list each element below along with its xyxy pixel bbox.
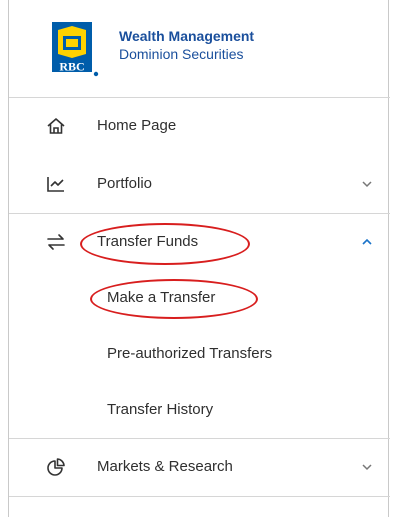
- nav-item-markets-research[interactable]: Markets & Research: [9, 438, 390, 496]
- brand-line-wealth: Wealth Management: [119, 28, 255, 44]
- home-icon: [47, 118, 65, 134]
- nav-label-transfer-funds: Transfer Funds: [97, 233, 199, 250]
- subnav-item-make-transfer[interactable]: Make a Transfer: [9, 270, 390, 326]
- nav-label-markets-research: Markets & Research: [97, 458, 233, 475]
- nav-label-portfolio: Portfolio: [97, 175, 153, 192]
- subnav-label-make-transfer: Make a Transfer: [107, 289, 216, 306]
- subnav-item-preauthorized-transfers[interactable]: Pre-authorized Transfers: [9, 326, 390, 382]
- nav-item-portfolio[interactable]: Portfolio: [9, 155, 390, 213]
- subnav-label-transfer-history: Transfer History: [107, 401, 214, 418]
- nav-item-home[interactable]: Home Page: [9, 97, 390, 155]
- chevron-down-icon[interactable]: [361, 462, 373, 472]
- nav-label-home: Home Page: [97, 117, 177, 134]
- rbc-logo: RBC: [52, 22, 99, 77]
- logo-text: RBC: [59, 60, 84, 74]
- chart-line-icon: [47, 177, 64, 192]
- transfer-arrows-icon: [47, 234, 65, 250]
- divider: [9, 496, 390, 497]
- subnav-label-preauthorized-transfers: Pre-authorized Transfers: [107, 345, 273, 362]
- side-navigation: RBC Wealth Management Dominion Securitie…: [8, 0, 390, 517]
- brand-text: Wealth Management Dominion Securities: [119, 27, 254, 63]
- brand-line-dominion: Dominion Securities: [119, 46, 244, 62]
- brand-header[interactable]: RBC Wealth Management Dominion Securitie…: [9, 0, 390, 97]
- subnav-item-transfer-history[interactable]: Transfer History: [9, 382, 390, 438]
- pie-chart-icon: [47, 458, 65, 476]
- chevron-up-icon[interactable]: [361, 237, 373, 247]
- nav-item-transfer-funds[interactable]: Transfer Funds: [9, 213, 390, 271]
- chevron-down-icon[interactable]: [361, 179, 373, 189]
